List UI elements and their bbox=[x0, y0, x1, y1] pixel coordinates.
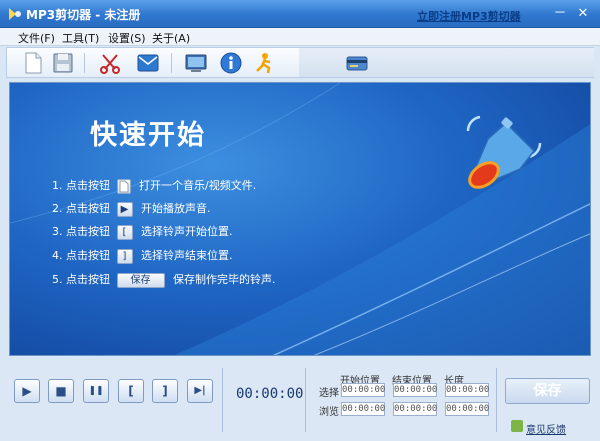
mail-icon[interactable] bbox=[135, 51, 161, 75]
register-link[interactable]: 立即注册MP3剪切器 bbox=[417, 8, 521, 24]
save-disk-icon[interactable] bbox=[50, 51, 76, 75]
save-button[interactable]: 保存 bbox=[505, 378, 590, 404]
card-icon[interactable] bbox=[344, 51, 370, 75]
step-4: 4. 点击按钮 ] 选择铃声结束位置. bbox=[52, 248, 233, 264]
quick-start-panel: 快速开始 1. 点击按钮 打开一个音乐/视频文件. 2. 点击按钮 ▶ 开始播放… bbox=[9, 82, 591, 356]
minimize-button[interactable]: － bbox=[551, 5, 569, 22]
step-description: 开始播放声音. bbox=[141, 202, 211, 215]
select-start-field[interactable]: 00:00:00 bbox=[341, 383, 385, 397]
step-5: 5. 点击按钮 保存 保存制作完毕的铃声. bbox=[52, 272, 276, 288]
menu-file[interactable]: 文件(F) bbox=[18, 30, 55, 46]
select-end-field[interactable]: 00:00:00 bbox=[393, 383, 437, 397]
transport-bar: ▶ ■ ❚❚ [ ] ▶| 00:00:00 开始位置 结束位置 长度 选择 0… bbox=[0, 360, 600, 441]
separator bbox=[222, 368, 223, 432]
step-prefix: 点击按钮 bbox=[66, 179, 110, 192]
monitor-icon[interactable] bbox=[183, 51, 209, 75]
play-selection-button[interactable]: ▶| bbox=[187, 379, 213, 403]
step-description: 选择铃声结束位置. bbox=[141, 249, 233, 262]
mark-end-mini-icon: ] bbox=[116, 248, 133, 264]
scissors-icon[interactable] bbox=[97, 51, 123, 75]
window-title: MP3剪切器 - 未注册 bbox=[26, 8, 141, 22]
menu-about[interactable]: 关于(A) bbox=[152, 30, 190, 46]
mark-start-button[interactable]: [ bbox=[118, 379, 144, 403]
feedback-link[interactable]: 意见反馈 bbox=[526, 421, 566, 436]
toolbar-separator bbox=[84, 53, 85, 73]
step-prefix: 点击按钮 bbox=[66, 273, 110, 286]
bell-icon bbox=[466, 115, 542, 189]
current-time: 00:00:00 bbox=[236, 386, 304, 402]
step-1: 1. 点击按钮 打开一个音乐/视频文件. bbox=[52, 178, 256, 194]
step-3: 3. 点击按钮 [ 选择铃声开始位置. bbox=[52, 224, 233, 240]
separator bbox=[305, 368, 306, 432]
open-file-mini-icon bbox=[116, 178, 131, 194]
pause-button[interactable]: ❚❚ bbox=[83, 379, 109, 403]
step-2: 2. 点击按钮 ▶ 开始播放声音. bbox=[52, 201, 211, 217]
menu-settings[interactable]: 设置(S) bbox=[108, 30, 146, 46]
browse-start-field[interactable]: 00:00:00 bbox=[341, 402, 385, 416]
browse-end-field[interactable]: 00:00:00 bbox=[393, 402, 437, 416]
row-label-select: 选择 bbox=[319, 388, 339, 399]
play-button[interactable]: ▶ bbox=[14, 379, 40, 403]
feedback-icon bbox=[511, 420, 523, 432]
app-icon bbox=[9, 8, 21, 20]
info-icon[interactable] bbox=[218, 51, 244, 75]
play-mini-icon: ▶ bbox=[116, 201, 133, 217]
step-prefix: 点击按钮 bbox=[66, 225, 110, 238]
quick-start-title: 快速开始 bbox=[90, 120, 206, 151]
running-man-icon[interactable] bbox=[251, 51, 277, 75]
browse-length-field[interactable]: 00:00:00 bbox=[445, 402, 489, 416]
select-length-field[interactable]: 00:00:00 bbox=[445, 383, 489, 397]
step-description: 打开一个音乐/视频文件. bbox=[139, 179, 257, 192]
toolbar-separator bbox=[171, 53, 172, 73]
save-mini-button: 保存 bbox=[116, 272, 165, 288]
separator bbox=[496, 368, 497, 432]
close-button[interactable]: ✕ bbox=[574, 5, 592, 22]
mark-end-button[interactable]: ] bbox=[152, 379, 178, 403]
step-description: 选择铃声开始位置. bbox=[141, 225, 233, 238]
step-description: 保存制作完毕的铃声. bbox=[173, 273, 276, 286]
step-number: 4. bbox=[52, 249, 63, 262]
menu-bar: 文件(F) 工具(T) 设置(S) 关于(A) bbox=[0, 28, 600, 46]
step-number: 5. bbox=[52, 273, 63, 286]
step-number: 1. bbox=[52, 179, 63, 192]
mark-start-mini-icon: [ bbox=[116, 224, 133, 240]
menu-tools[interactable]: 工具(T) bbox=[62, 30, 99, 46]
step-prefix: 点击按钮 bbox=[66, 249, 110, 262]
step-prefix: 点击按钮 bbox=[66, 202, 110, 215]
new-file-icon[interactable] bbox=[20, 51, 46, 75]
step-number: 2. bbox=[52, 202, 63, 215]
toolbar bbox=[6, 47, 594, 78]
stop-button[interactable]: ■ bbox=[48, 379, 74, 403]
step-number: 3. bbox=[52, 225, 63, 238]
row-label-browse: 浏览 bbox=[319, 407, 339, 418]
